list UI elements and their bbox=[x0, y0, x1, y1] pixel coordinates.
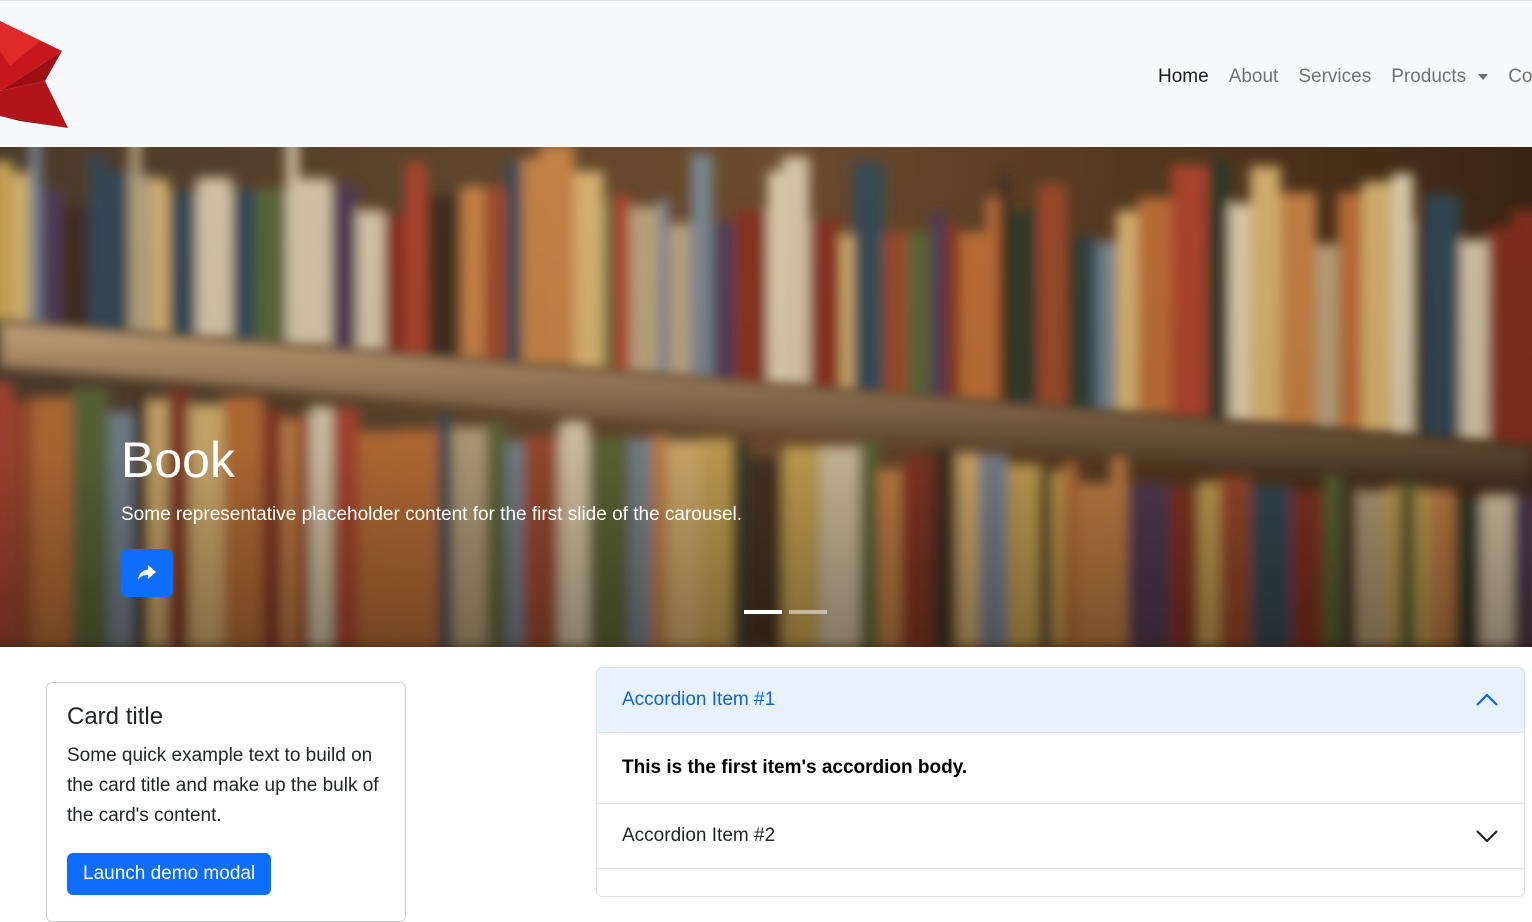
accordion-header-1[interactable]: Accordion Item #1 bbox=[597, 668, 1524, 733]
accordion-header-2[interactable]: Accordion Item #2 bbox=[597, 804, 1524, 869]
hero-carousel: Book Some representative placeholder con… bbox=[0, 147, 1532, 647]
accordion-body-1: This is the first item's accordion body. bbox=[597, 733, 1524, 804]
chevron-down-icon bbox=[1476, 830, 1498, 843]
caret-down-icon bbox=[1478, 74, 1489, 80]
nav-menu: Home About Services Products Co bbox=[1158, 61, 1532, 93]
nav-item-services[interactable]: Services bbox=[1298, 66, 1371, 88]
accordion: Accordion Item #1 This is the first item… bbox=[596, 667, 1525, 897]
nav-item-about[interactable]: About bbox=[1229, 66, 1279, 88]
accordion-title-2: Accordion Item #2 bbox=[622, 825, 776, 846]
accordion-body-text-1: This is the first item's accordion body. bbox=[622, 757, 968, 778]
chevron-up-icon bbox=[1476, 693, 1498, 706]
nav-item-products[interactable]: Products bbox=[1391, 66, 1489, 88]
navbar: Home About Services Products Co bbox=[0, 0, 1532, 147]
carousel-caption: Some representative placeholder content … bbox=[121, 504, 743, 525]
card: Card title Some quick example text to bu… bbox=[46, 682, 406, 922]
brand-logo[interactable] bbox=[0, 21, 70, 131]
share-button[interactable] bbox=[121, 549, 173, 597]
card-text: Some quick example text to build on the … bbox=[67, 745, 379, 826]
carousel-indicator-2[interactable] bbox=[789, 610, 827, 614]
accordion-title-1: Accordion Item #1 bbox=[622, 689, 776, 710]
launch-modal-button[interactable]: Launch demo modal bbox=[67, 853, 272, 895]
card-title: Card title bbox=[67, 703, 164, 730]
carousel-title: Book bbox=[121, 432, 235, 488]
bookshelf-image bbox=[0, 147, 1532, 647]
share-icon bbox=[138, 565, 156, 580]
carousel-indicator-1[interactable] bbox=[744, 610, 782, 614]
nav-item-home[interactable]: Home bbox=[1158, 66, 1209, 88]
nav-item-contact[interactable]: Co bbox=[1508, 66, 1532, 88]
nav-item-products-label: Products bbox=[1391, 66, 1467, 87]
